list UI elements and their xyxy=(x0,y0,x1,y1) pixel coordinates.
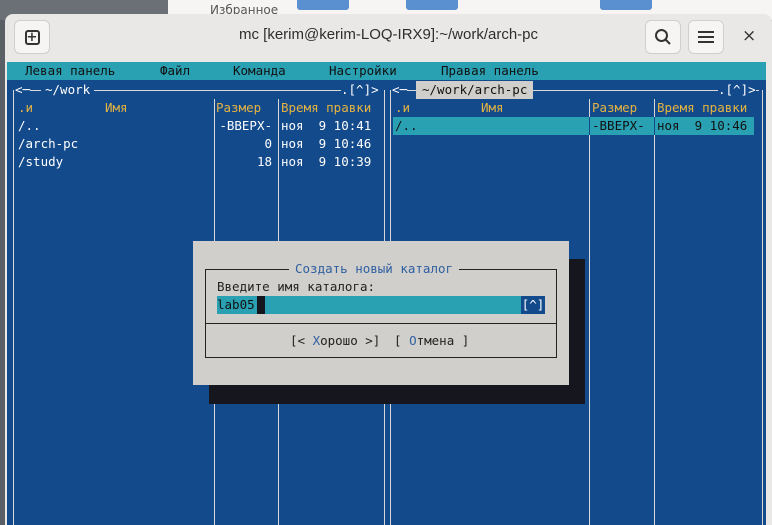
file-row-selected[interactable]: /.. -ВВЕРХ-ноя 9 10:46 xyxy=(393,117,754,135)
panel-nav-left[interactable]: <─ xyxy=(15,81,31,99)
sort-indicator[interactable]: .и xyxy=(18,99,33,117)
dialog-title: Создать новый каталог xyxy=(289,260,460,278)
file-name: /.. xyxy=(395,118,418,133)
menu-left-panel[interactable]: Левая панель xyxy=(25,63,115,78)
hamburger-icon xyxy=(698,31,714,43)
column-header-time[interactable]: Время правки xyxy=(657,99,747,117)
menu-file[interactable]: Файл xyxy=(160,63,190,78)
folder-icon xyxy=(600,0,652,10)
mkdir-dialog: Создать новый каталог Введите имя катало… xyxy=(193,241,569,385)
file-name: /study xyxy=(18,154,64,169)
panel-nav-left[interactable]: <─ xyxy=(392,81,408,99)
file-time: ноя 9 10:41 xyxy=(281,118,372,133)
file-time: ноя 9 10:39 xyxy=(281,154,372,169)
input-value: lab05 xyxy=(217,297,255,312)
column-header-name[interactable]: Имя xyxy=(105,99,128,117)
file-row[interactable]: /.. -ВВЕРХ-ноя 9 10:41 xyxy=(15,117,383,135)
directory-name-input[interactable]: lab05 [^] xyxy=(217,296,545,314)
search-button[interactable] xyxy=(645,20,681,54)
file-name: /.. xyxy=(18,118,41,133)
panel-nav-right[interactable]: .[^]> xyxy=(718,81,756,99)
column-header-size[interactable]: Размер xyxy=(216,99,261,117)
folder-icon xyxy=(406,0,458,10)
column-header-name[interactable]: Имя xyxy=(481,99,504,117)
menu-right-panel[interactable]: Правая панель xyxy=(441,63,539,78)
text-cursor xyxy=(257,296,265,314)
file-time: ноя 9 10:46 xyxy=(281,136,372,151)
right-panel-path: ~/work/arch-pc xyxy=(416,81,534,99)
file-size: -ВВЕРХ- xyxy=(219,118,272,133)
title-bar: + mc [kerim@kerim-LOQ-IRX9]:~/work/arch-… xyxy=(5,14,772,62)
panel-nav-right[interactable]: .[^]> xyxy=(341,81,379,99)
menu-command[interactable]: Команда xyxy=(233,63,286,78)
folder-icon xyxy=(297,0,349,10)
menu-options[interactable]: Настройки xyxy=(329,63,397,78)
ok-label: орошо >] xyxy=(320,333,381,348)
menu-button[interactable] xyxy=(688,20,724,54)
history-button[interactable]: [^] xyxy=(521,296,545,314)
file-size: 18 xyxy=(256,154,272,169)
file-row[interactable]: /study 18 ноя 9 10:39 xyxy=(15,153,383,171)
file-size: 0 xyxy=(264,136,272,151)
left-panel-path: ~/work xyxy=(41,81,95,99)
close-button[interactable]: × xyxy=(742,26,756,46)
dialog-separator xyxy=(205,323,557,324)
file-time: ноя 9 10:46 xyxy=(657,118,748,133)
cancel-hotkey: О xyxy=(409,333,417,348)
ok-hotkey: Х xyxy=(312,333,321,348)
ok-button[interactable]: [< Хорошо >] xyxy=(290,332,380,350)
cancel-button[interactable]: [ Отмена ] xyxy=(394,332,469,350)
cancel-label: тмена ] xyxy=(416,333,470,348)
dialog-prompt: Введите имя каталога: xyxy=(217,279,376,294)
scrollbar[interactable] xyxy=(766,62,772,525)
file-name: /arch-pc xyxy=(18,136,79,151)
search-icon xyxy=(655,29,671,45)
column-header-size[interactable]: Размер xyxy=(592,99,637,117)
file-row[interactable]: /arch-pc 0 ноя 9 10:46 xyxy=(15,135,383,153)
sort-indicator[interactable]: .и xyxy=(395,99,410,117)
ok-bracket: [< xyxy=(290,333,313,348)
column-header-time[interactable]: Время правки xyxy=(281,99,371,117)
file-size: -ВВЕРХ- xyxy=(592,118,645,133)
cancel-bracket: [ xyxy=(394,333,410,348)
menu-bar: Левая панель Файл Команда Настройки Прав… xyxy=(7,62,766,80)
